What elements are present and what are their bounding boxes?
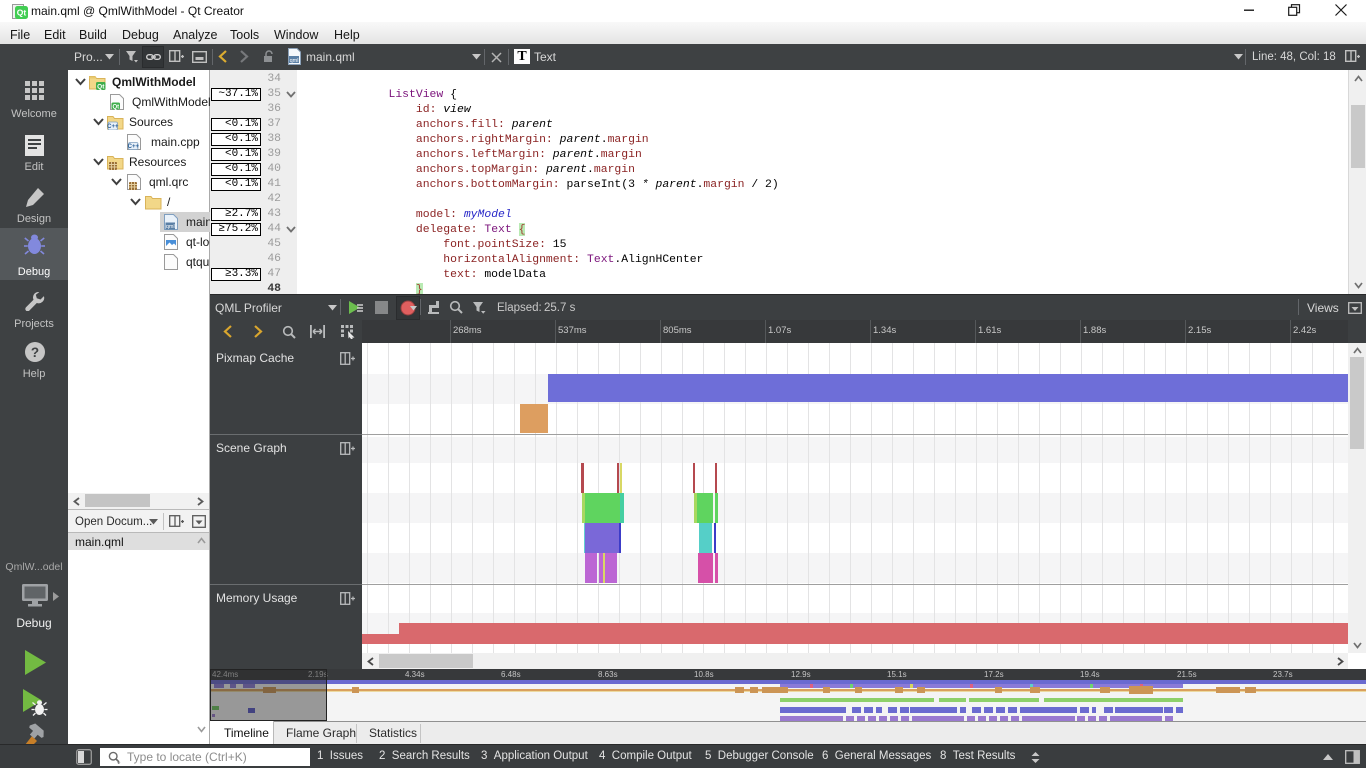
svg-text:Qt: Qt <box>97 84 105 91</box>
svg-text:C++: C++ <box>128 144 140 150</box>
svg-text:Qt: Qt <box>112 105 119 111</box>
svg-text:Qt: Qt <box>17 8 27 18</box>
svg-text:qml: qml <box>166 224 175 230</box>
svg-text:qml: qml <box>290 58 299 64</box>
svg-text:?: ? <box>31 345 39 360</box>
svg-text:C++: C++ <box>107 124 119 130</box>
